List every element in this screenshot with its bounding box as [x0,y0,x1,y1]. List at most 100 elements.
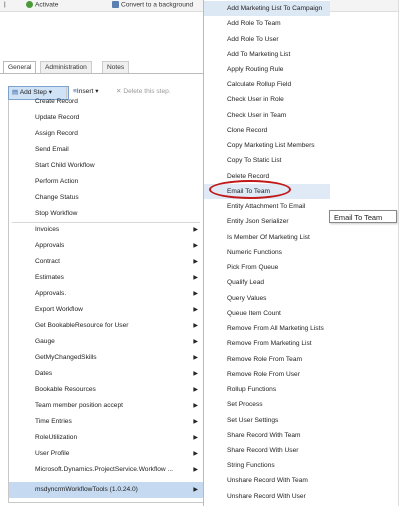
menu-item-label: GetMyChangedSkills [35,354,97,361]
submenu-item[interactable]: Check User in Role [204,92,330,107]
menu-item-label: Time Entries [35,418,72,425]
submenu-item[interactable]: String Functions [204,458,330,473]
menu-item-label: Contract [35,258,60,265]
submenu-item[interactable]: Pick From Queue [204,260,330,275]
submenu-item[interactable]: Remove Role From Team [204,352,330,367]
submenu-item[interactable]: Entity Attachment To Email [204,199,330,214]
menu-item[interactable]: Update Record [9,110,204,126]
submenu-arrow-icon: ▶ [193,227,198,233]
submenu-arrow-icon: ▶ [193,387,198,393]
submenu-arrow-icon: ▶ [193,419,198,425]
submenu-item[interactable]: Add To Marketing List [204,47,330,62]
menu-item-label: Microsoft.Dynamics.ProjectService.Workfl… [35,466,174,473]
menu-item-label: User Profile [35,450,70,457]
submenu-arrow-icon: ▶ [193,323,198,329]
menu-item[interactable]: Team member position accept ▶ [9,398,204,414]
activate-label: Activate [35,1,59,9]
menu-item[interactable]: Stop Workflow [9,206,204,222]
menu-item[interactable]: Bookable Resources ▶ [9,382,204,398]
menu-item-label: Change Status [35,194,79,201]
annotation-circle [209,180,291,199]
menu-item-label: Perform Action [35,178,79,185]
submenu-item[interactable]: Unshare Record With Team [204,473,330,488]
menu-item[interactable]: Dates ▶ [9,366,204,382]
menu-item[interactable]: Get BookableResource for User ▶ [9,318,204,334]
menu-item[interactable]: Estimates ▶ [9,270,204,286]
convert-button[interactable]: Convert to a background [112,1,193,8]
submenu-item[interactable]: Rollup Functions [204,382,330,397]
activate-button[interactable]: Activate [26,1,58,8]
submenu-item[interactable]: Queue Item Count [204,306,330,321]
menu-item[interactable]: Assign Record [9,126,204,142]
submenu-item[interactable]: Apply Routing Rule [204,62,330,77]
convert-icon [112,1,119,8]
menu-item[interactable]: RoleUtilization ▶ [9,430,204,446]
submenu-arrow-icon: ▶ [193,467,198,473]
submenu-arrow-icon: ▶ [193,451,198,457]
menu-item-label: Stop Workflow [35,210,78,217]
submenu-item[interactable]: Query Values [204,291,330,306]
submenu-item[interactable]: Add Role To User [204,32,330,47]
submenu-item[interactable]: Is Member Of Marketing List [204,230,330,245]
menu-item[interactable]: Send Email [9,142,204,158]
submenu-item[interactable]: Remove From Marketing List [204,336,330,351]
submenu-arrow-icon: ▶ [193,275,198,281]
submenu-arrow-icon: ▶ [193,291,198,297]
menu-item-label: Gauge [35,338,55,345]
menu-item-label: Update Record [35,114,80,121]
submenu-item[interactable]: Add Role To Team [204,16,330,31]
tooltip: Email To Team [329,210,397,223]
menu-item[interactable]: Perform Action [9,174,204,190]
ribbon-bar: | Activate Convert to a background [0,0,403,12]
submenu-item[interactable]: Share Record With User [204,443,330,458]
submenu-item[interactable]: Set Process [204,397,330,412]
submenu-item[interactable]: Unshare Record With User [204,489,330,504]
submenu-item[interactable]: Numeric Functions [204,245,330,260]
menu-item[interactable]: Microsoft.Dynamics.ProjectService.Workfl… [9,462,204,478]
menu-item-label: Dates [35,370,53,377]
menu-item[interactable]: Export Workflow ▶ [9,302,204,318]
menu-item-label: Approvals. [35,290,67,297]
menu-separator [12,222,200,223]
submenu-item[interactable]: Remove Role From User [204,367,330,382]
menu-item[interactable]: Gauge ▶ [9,334,204,350]
submenu-item[interactable]: Clone Record [204,123,330,138]
submenu-item[interactable]: Entity Json Serializer [204,214,330,229]
menu-item[interactable]: Change Status [9,190,204,206]
add-step-menu: Create Record Update Record Assign Record S… [8,98,205,503]
menu-item[interactable]: Time Entries ▶ [9,414,204,430]
menu-item-label: Export Workflow [35,306,83,313]
submenu-item[interactable]: Copy To Static List [204,153,330,168]
menu-item[interactable]: Create Record [9,94,204,110]
activate-icon [26,1,33,8]
menu-item[interactable]: msdyncrmWorkflowTools (1.0.24.0) ▶ [9,482,204,498]
menu-item-label: msdyncrmWorkflowTools (1.0.24.0) [35,486,138,493]
submenu-item[interactable]: Qualify Lead [204,275,330,290]
submenu-item[interactable]: Remove From All Marketing Lists [204,321,330,336]
submenu-item[interactable]: Calculate Rollup Field [204,77,330,92]
workflow-editor: | Activate Convert to a background Gener… [0,0,403,506]
ribbon-separator: | [4,1,6,8]
menu-item-label: Send Email [35,146,69,153]
submenu-item[interactable]: Set User Settings [204,413,330,428]
menu-item[interactable]: GetMyChangedSkills ▶ [9,350,204,366]
menu-item[interactable]: Invoices ▶ [9,222,204,238]
submenu-arrow-icon: ▶ [193,435,198,441]
menu-item[interactable]: User Profile ▶ [9,446,204,462]
submenu-arrow-icon: ▶ [193,487,198,493]
submenu-arrow-icon: ▶ [193,403,198,409]
menu-item[interactable]: Approvals ▶ [9,238,204,254]
submenu-item[interactable]: Copy Marketing List Members [204,138,330,153]
menu-item-label: Assign Record [35,130,78,137]
menu-item-label: Bookable Resources [35,386,96,393]
submenu-arrow-icon: ▶ [193,243,198,249]
menu-item[interactable]: Start Child Workflow [9,158,204,174]
menu-item[interactable]: Contract ▶ [9,254,204,270]
submenu-item[interactable]: Check User in Team [204,108,330,123]
window-edge [398,0,403,506]
convert-label: Convert to a background [121,1,194,9]
submenu-item[interactable]: Share Record With Team [204,428,330,443]
menu-item-label: Get BookableResource for User [35,322,129,329]
menu-item[interactable]: Approvals. ▶ [9,286,204,302]
submenu-item[interactable]: Add Marketing List To Campaign [204,1,330,16]
